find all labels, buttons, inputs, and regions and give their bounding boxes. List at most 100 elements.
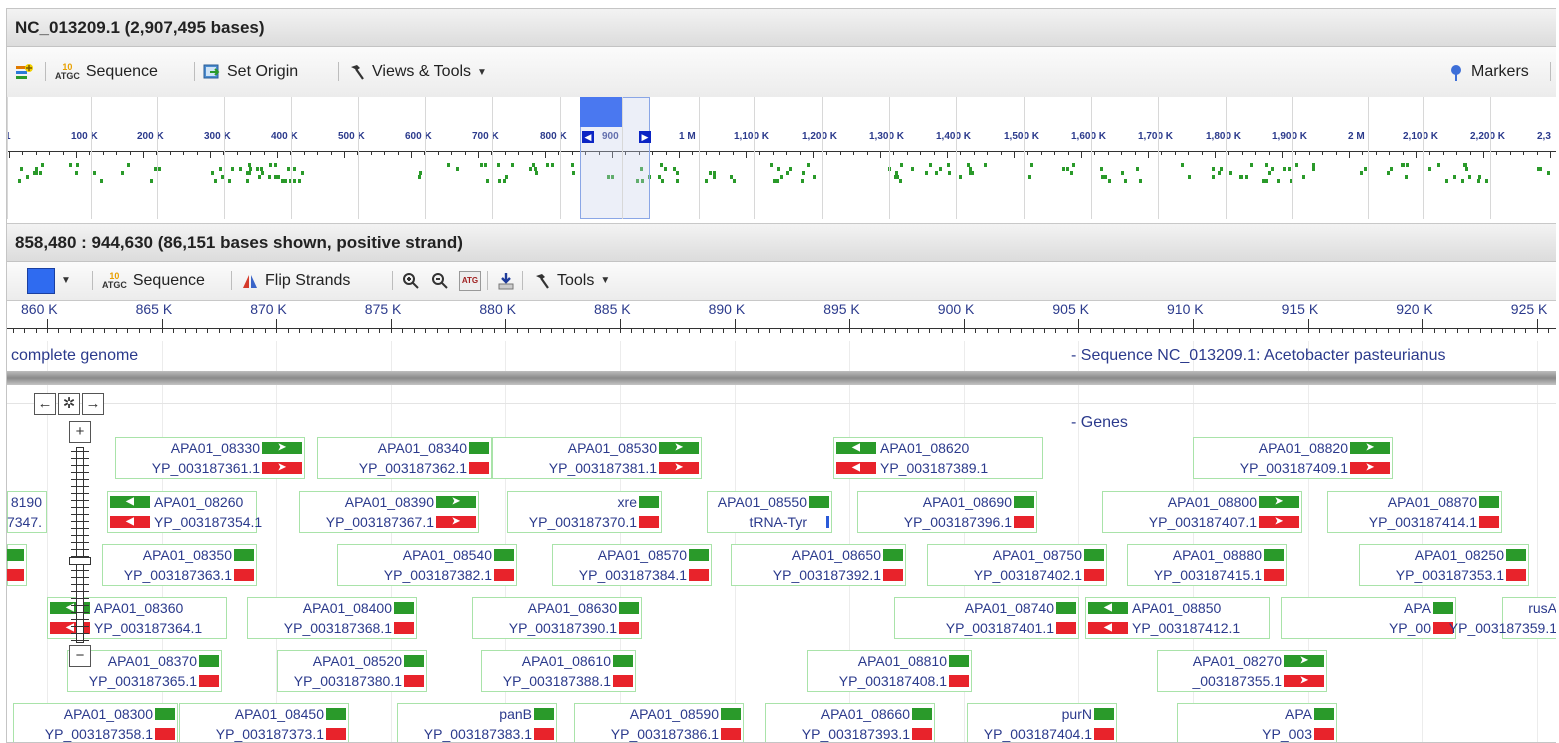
gene-feature[interactable]: APA01_08520 YP_003187380.1 (277, 650, 427, 692)
gene-feature[interactable]: APA01_08850 YP_003187412.1 ◀ ◀ (1085, 597, 1270, 639)
gene-feature[interactable]: APA01_08690 YP_003187396.1 (857, 491, 1037, 533)
overview-tick-label: 100 K (71, 131, 98, 142)
gene-feature[interactable]: APA01_08620 YP_003187389.1 ◀ ◀ (833, 437, 1043, 479)
tracks-area[interactable]: complete genome - Sequence NC_013209.1: … (7, 341, 1556, 742)
gene-feature[interactable]: APA01_08590 YP_003187386.1 (574, 703, 744, 742)
gene-feature[interactable]: 8190 87347. (7, 491, 47, 533)
detail-minor-tick (402, 328, 404, 333)
overview-minor-tick (35, 151, 37, 155)
sequence-track-left-label: complete genome (11, 347, 139, 364)
gene-feature[interactable]: APA01_08630 YP_003187390.1 (472, 597, 642, 639)
detail-minor-tick (24, 328, 26, 333)
gene-feature[interactable]: panB YP_003187383.1 (397, 703, 557, 742)
gene-feature[interactable]: xre YP_003187370.1 (507, 491, 662, 533)
gene-feature[interactable]: purN YP_003187404.1 (967, 703, 1117, 742)
gene-feature[interactable]: APA01_08530 YP_003187381.1 ➤ ➤ (492, 437, 702, 479)
overview-panel[interactable]: 1100 K200 K300 K400 K500 K600 K700 K800 … (7, 97, 1556, 224)
markers-button[interactable]: Markers (1447, 47, 1529, 97)
gene-feature[interactable]: APA01_08740 YP_003187401.1 (894, 597, 1079, 639)
gene-density-dot (1546, 171, 1550, 175)
gene-feature[interactable]: APA01_08800 YP_003187407.1 ➤ ➤ (1102, 491, 1302, 533)
zoom-in-button[interactable] (402, 262, 420, 299)
gene-density-dot (705, 179, 709, 183)
gene-feature[interactable]: APA01_08260 YP_003187354.1 ◀ ◀ (107, 491, 262, 533)
chevron-down-icon: ▼ (61, 275, 71, 286)
gene-feature[interactable]: rusA YP_003187359.1 (1449, 597, 1556, 639)
gene-density-dot (69, 163, 73, 167)
pan-right-icon[interactable]: ▶ (639, 131, 651, 143)
gene-feature[interactable]: APA01_08820 YP_003187409.1 ➤ ➤ (1193, 437, 1393, 479)
gene-density-dot (1404, 175, 1408, 179)
overview-selection-handle[interactable] (580, 97, 623, 127)
gene-feature[interactable]: APA01_08660 YP_003187393.1 (765, 703, 935, 742)
gene-feature[interactable]: APA01_08350 YP_003187363.1 (102, 544, 257, 586)
atg-button[interactable]: ATG (459, 262, 481, 299)
gene-feature[interactable]: APA01_08390 YP_003187367.1 ➤ ➤ (299, 491, 479, 533)
gene-feature[interactable]: APA01_08540 YP_003187382.1 (337, 544, 517, 586)
gene-density-dot (483, 163, 487, 167)
detail-minor-tick (482, 328, 484, 333)
gene-feature[interactable]: APA01_08570 YP_003187384.1 (552, 544, 712, 586)
download-button[interactable] (497, 262, 515, 299)
gene-density-dot (1180, 163, 1184, 167)
genes-track-label[interactable]: - Genes (1071, 414, 1128, 432)
gene-feature[interactable]: APA01_08870 YP_003187414.1 (1327, 491, 1502, 533)
pan-right-button[interactable]: → (82, 393, 104, 415)
pan-left-button[interactable]: ← (34, 393, 56, 415)
overview-axis (7, 151, 1556, 152)
zoom-in-nav-button[interactable]: + (69, 421, 91, 443)
gene-locus-tag: APA01_08260 (154, 494, 244, 510)
pan-center-button[interactable]: ✲ (58, 393, 80, 415)
gene-feature[interactable]: APA01_08400 YP_003187368.1 (247, 597, 417, 639)
gene-feature[interactable]: APA01_08320YP_003187360.1 (7, 544, 27, 586)
gene-feature[interactable]: APA01_08750 YP_003187402.1 (927, 544, 1107, 586)
views-tools-menu[interactable]: Views & Tools ▼ (348, 47, 487, 97)
gene-density-dot (531, 163, 535, 167)
zoom-slider-thumb[interactable] (69, 557, 91, 565)
gene-density-dot (929, 163, 933, 167)
overview-tick-label: 300 K (204, 131, 231, 142)
gene-feature[interactable]: APA01_08340 YP_003187362.1 (317, 437, 492, 479)
zoom-slider-tick (71, 521, 89, 522)
pan-left-icon[interactable]: ◀ (582, 131, 594, 143)
detail-major-tick (1422, 319, 1424, 328)
detail-minor-tick (276, 328, 278, 333)
color-picker[interactable]: ▼ (27, 262, 71, 299)
gene-feature[interactable]: APA01_08450 YP_003187373.1 (179, 703, 349, 742)
gene-feature[interactable]: APA01_08270 _003187355.1 ➤ ➤ (1157, 650, 1327, 692)
gene-feature[interactable]: APA01_08550 tRNA-Tyr (707, 491, 832, 533)
set-origin-button[interactable]: Set Origin (203, 47, 298, 97)
gene-feature[interactable]: APA01_08880 YP_003187415.1 (1127, 544, 1287, 586)
zoom-out-nav-button[interactable]: − (69, 645, 91, 667)
overview-minor-tick (1429, 151, 1431, 155)
gene-feature[interactable]: APA01_08610 YP_003187388.1 (481, 650, 636, 692)
gene-feature[interactable]: APA01_08250 YP_003187353.1 (1359, 544, 1529, 586)
tools-menu[interactable]: Tools ▼ (533, 262, 610, 299)
sequence-button[interactable]: 10 ATGC Sequence (55, 47, 158, 97)
detail-minor-tick (1284, 328, 1286, 333)
zoom-in-icon (403, 272, 419, 289)
detail-sequence-button[interactable]: 10 ATGC Sequence (102, 262, 205, 299)
flip-strands-button[interactable]: Flip Strands (241, 262, 350, 299)
marker-pin-icon (1451, 65, 1461, 81)
add-track-button[interactable] (15, 47, 33, 97)
gene-protein-id: YP_003187354.1 (154, 514, 263, 530)
gene-density-dot (1363, 167, 1367, 171)
gene-strand-bar (534, 708, 554, 720)
gene-feature[interactable]: APA01_08330 YP_003187361.1 ➤ ➤ (115, 437, 305, 479)
gene-protein-id: YP_003187370.1 (528, 514, 637, 530)
sequence-track-label[interactable]: - Sequence NC_013209.1: Acetobacter past… (1071, 347, 1445, 365)
gene-density-dot (899, 179, 903, 183)
zoom-out-button[interactable] (431, 262, 449, 299)
zoom-slider-tick (71, 514, 89, 515)
gene-density-dot (247, 163, 251, 167)
zoom-slider-track[interactable] (76, 447, 84, 643)
gene-feature[interactable]: APA01_08300 YP_003187358.1 (13, 703, 178, 742)
gene-feature[interactable]: APA YP_00 (1281, 597, 1456, 639)
detail-gridline (1422, 341, 1424, 742)
overview-minor-tick (1349, 151, 1350, 158)
gene-feature[interactable]: APA01_08810 YP_003187408.1 (807, 650, 972, 692)
gene-feature[interactable]: APA01_08650 YP_003187392.1 (731, 544, 906, 586)
gene-density-dot (1211, 167, 1215, 171)
gene-feature[interactable]: APA YP_003 (1177, 703, 1337, 742)
